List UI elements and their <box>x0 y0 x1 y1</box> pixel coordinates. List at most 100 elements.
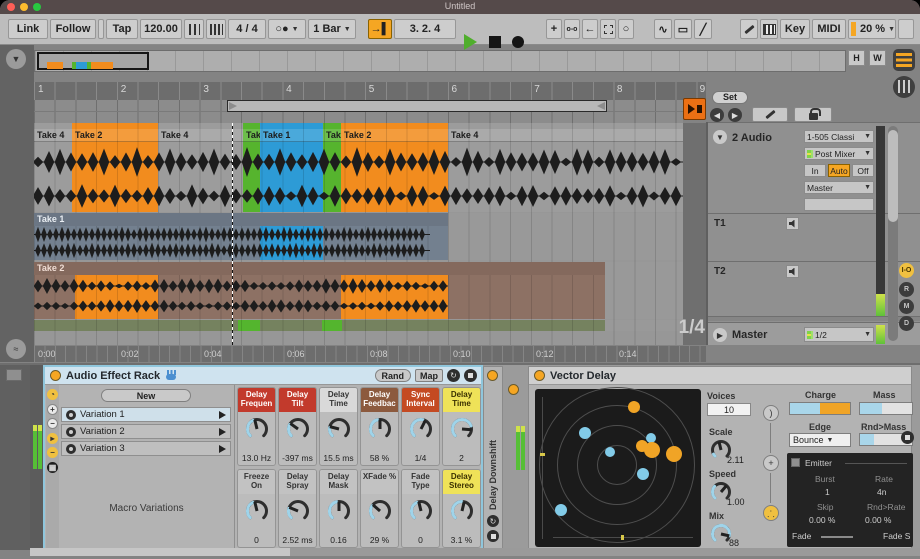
macro-knob-cell[interactable]: FadeType0 <box>401 469 440 548</box>
arrangement-vertical-scrollbar[interactable] <box>888 126 898 341</box>
macro-knob[interactable] <box>244 498 270 529</box>
macro-knob-cell[interactable]: DelayMask0.16 <box>319 469 358 548</box>
time-signature-field[interactable]: 4 / 4 <box>228 19 266 39</box>
map-button[interactable]: Map <box>415 369 443 382</box>
macro-knob[interactable] <box>408 498 434 529</box>
macro-knob-cell[interactable]: DelayTilt-397 ms <box>278 387 317 466</box>
show-mixer-toggle[interactable]: M <box>899 299 914 314</box>
show-delay-toggle[interactable]: D <box>899 316 914 331</box>
variation-row[interactable]: Variation 2 <box>61 424 231 439</box>
delay-particle-dot[interactable] <box>628 401 640 413</box>
monitor-off-button[interactable]: Off <box>852 164 874 177</box>
skip-value[interactable]: 0.00 % <box>809 515 835 525</box>
back-to-arrangement-button[interactable]: ▼ <box>6 49 26 69</box>
lock-envelopes-button[interactable] <box>794 107 832 122</box>
output-channel-chooser[interactable] <box>804 198 874 211</box>
rnd-rate-value[interactable]: 0.00 % <box>865 515 891 525</box>
audio-clip[interactable]: Take 4 <box>448 129 683 212</box>
master-track-name[interactable]: Master <box>732 329 767 341</box>
input-type-chooser[interactable]: 1-505 Classi▼ <box>804 130 874 143</box>
arrangement-position-display[interactable]: 3. 2. 4 <box>394 19 456 39</box>
session-record-button[interactable] <box>600 19 616 39</box>
overview-toggle-button[interactable] <box>893 49 915 71</box>
cpu-meter[interactable]: 20 %▼ <box>848 19 896 39</box>
main-track-lane[interactable]: Take 4Take 2Take 4TakTake 1TakTake 2Take… <box>34 129 683 212</box>
scrollbar-handle[interactable] <box>888 130 898 222</box>
draw-mode-button[interactable] <box>740 19 758 39</box>
take-lane-1[interactable]: Take 1 <box>34 213 683 260</box>
follow-button[interactable]: Follow <box>50 19 96 39</box>
take-highlight[interactable] <box>260 226 323 260</box>
macro-knob[interactable] <box>367 498 393 529</box>
launch-variation-icon[interactable] <box>219 445 226 453</box>
audition-take-button[interactable] <box>786 217 799 230</box>
device-horizontal-scrollbar[interactable] <box>30 548 920 556</box>
macro-knob-cell[interactable]: DelayTime15.5 ms <box>319 387 358 466</box>
take-highlight[interactable] <box>75 275 158 319</box>
track-name[interactable]: 2 Audio <box>732 132 772 144</box>
burst-value[interactable]: 1 <box>825 487 830 497</box>
y-axis-handle[interactable] <box>540 453 545 456</box>
recall-variation-button[interactable]: − <box>47 447 58 458</box>
monitor-in-button[interactable]: In <box>804 164 826 177</box>
time-ruler-toggle-button[interactable]: ≈ <box>6 339 26 359</box>
midi-map-button[interactable]: MIDI <box>812 19 846 39</box>
audio-clip[interactable]: Take 4 <box>158 129 243 212</box>
delay-particle-dot[interactable] <box>579 427 591 439</box>
audio-clip[interactable]: Tak <box>323 129 341 212</box>
quantization-menu[interactable]: 1 Bar▼ <box>308 19 356 39</box>
macro-knob[interactable] <box>285 416 311 447</box>
insert-marker[interactable] <box>232 123 233 345</box>
arrangement-position-follow-button[interactable]: →▌ <box>368 19 392 39</box>
next-locator-button[interactable]: ▶ <box>728 108 742 122</box>
add-view-toggle[interactable]: + <box>763 455 779 471</box>
stop-button[interactable] <box>489 36 501 48</box>
arrangement-lanes[interactable]: Take 4Take 2Take 4TakTake 1TakTake 2Take… <box>34 123 683 345</box>
output-chooser[interactable]: Master▼ <box>804 181 874 194</box>
audio-clip[interactable]: Take 2 <box>72 129 158 212</box>
count-in-button[interactable] <box>206 19 226 39</box>
clip-device-chooser[interactable] <box>6 369 22 381</box>
rack-title-bar[interactable]: Audio Effect Rack Rand Map ↻ <box>45 367 481 385</box>
ramp-mode-button[interactable]: ╱ <box>694 19 712 39</box>
hot-swap-icon[interactable]: ↻ <box>487 515 499 527</box>
audio-clip[interactable]: Tak <box>243 129 260 212</box>
optimize-height-button[interactable]: H <box>848 50 865 66</box>
previous-locator-button[interactable]: ◀ <box>710 108 724 122</box>
remove-variation-button[interactable]: − <box>47 418 58 429</box>
variation-row[interactable]: Variation 1 <box>61 407 231 422</box>
computer-midi-keyboard-button[interactable] <box>760 19 778 39</box>
macro-knob[interactable] <box>285 498 311 529</box>
delay-particle-dot[interactable] <box>605 447 615 457</box>
rand-button[interactable]: Rand <box>375 369 412 382</box>
optimize-width-button[interactable]: W <box>869 50 886 66</box>
macro-knob[interactable] <box>367 416 393 447</box>
macro-knob-cell[interactable]: DelayTime2 <box>442 387 481 466</box>
audio-effect-rack-device[interactable]: Audio Effect Rack Rand Map ↻ ◔ + − ▸ − ▦… <box>44 366 482 549</box>
loop-start-icon[interactable] <box>229 102 237 110</box>
input-channel-chooser[interactable]: Post Mixer▼ <box>804 147 874 160</box>
record-button[interactable] <box>512 36 524 48</box>
voices-value[interactable]: 10 <box>707 403 751 416</box>
tap-tempo-button[interactable]: Tap <box>106 19 138 39</box>
add-variation-button[interactable]: + <box>47 404 58 415</box>
capture-button[interactable]: ○ <box>618 19 634 39</box>
delay-particle-dot[interactable] <box>555 504 567 516</box>
tempo-field[interactable]: 120.00 <box>140 19 182 39</box>
arrangement-overview[interactable] <box>34 50 846 72</box>
device-title-bar[interactable]: Vector Delay <box>529 367 911 385</box>
take-highlight[interactable] <box>238 320 260 331</box>
new-variation-button[interactable]: New <box>101 389 191 402</box>
loop-end-icon[interactable] <box>597 102 605 110</box>
variation-row[interactable]: Variation 3 <box>61 441 231 456</box>
mass-slider[interactable] <box>859 402 913 415</box>
io-panel-toggle-button[interactable] <box>893 76 915 98</box>
scrollbar-handle[interactable] <box>290 548 920 556</box>
vector-xy-display[interactable] <box>535 389 701 547</box>
x-axis-handle[interactable] <box>621 535 624 540</box>
launch-variation-icon[interactable] <box>219 428 226 436</box>
groove-quantize-button[interactable]: ○●▼ <box>268 19 306 39</box>
macro-knob[interactable] <box>244 416 270 447</box>
key-map-button[interactable]: Key <box>780 19 810 39</box>
loop-brace[interactable] <box>227 100 607 112</box>
